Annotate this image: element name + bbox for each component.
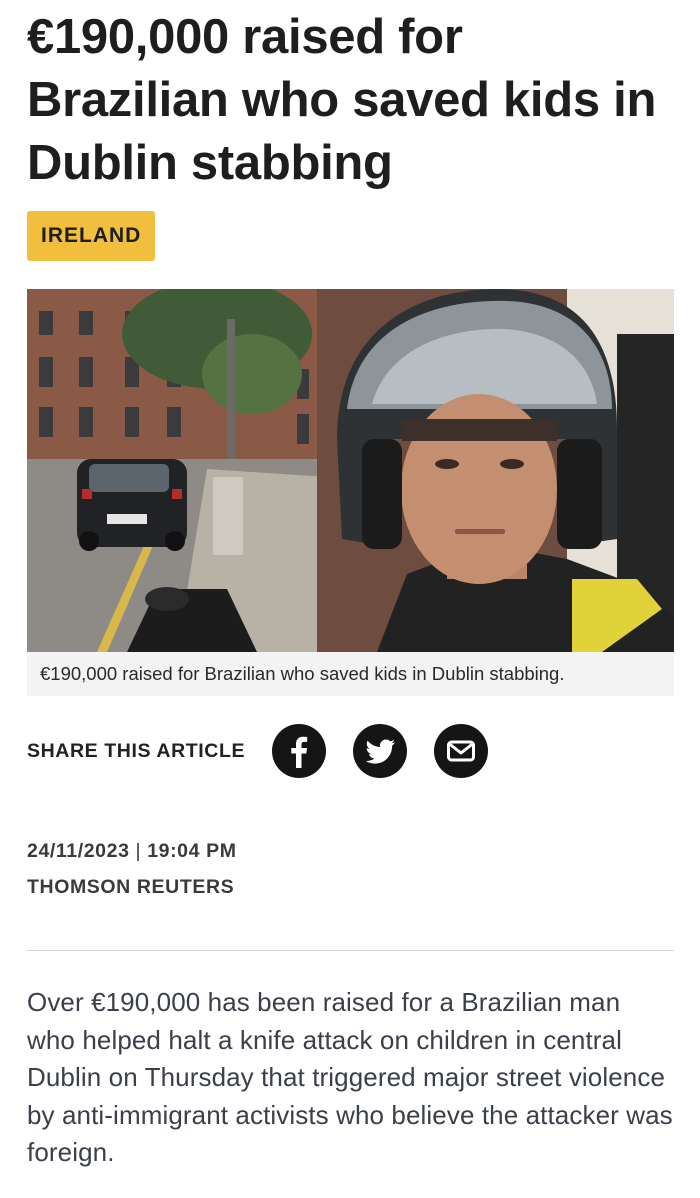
email-icon <box>447 740 476 762</box>
photo-caption: €190,000 raised for Brazilian who saved … <box>40 663 565 684</box>
meta-separator: | <box>135 840 142 862</box>
category-row: IRELAND <box>27 211 674 261</box>
share-email-button[interactable] <box>434 724 489 778</box>
article-meta: 24/11/2023 | 19:04 PM THOMSON REUTERS <box>27 833 674 905</box>
caption-bar: €190,000 raised for Brazilian who saved … <box>27 652 674 696</box>
article-photo[interactable] <box>27 289 674 652</box>
date-time-line: 24/11/2023 | 19:04 PM <box>27 833 674 869</box>
category-badge[interactable]: IRELAND <box>27 211 156 261</box>
article-headline: €190,000 raised for Brazilian who saved … <box>27 10 657 190</box>
share-row: SHARE THIS ARTICLE <box>27 723 674 779</box>
article: €190,000 raised for Brazilian who saved … <box>27 0 674 1198</box>
photo-illustration <box>27 289 674 652</box>
share-label: SHARE THIS ARTICLE <box>27 739 246 762</box>
divider <box>27 950 674 951</box>
facebook-icon <box>291 736 308 768</box>
share-facebook-button[interactable] <box>272 724 327 778</box>
publish-time: 19:04 PM <box>147 840 237 862</box>
article-body-paragraph: Over €190,000 has been raised for a Braz… <box>27 987 673 1167</box>
publish-date: 24/11/2023 <box>27 840 130 862</box>
article-figure: €190,000 raised for Brazilian who saved … <box>27 289 674 696</box>
twitter-icon <box>365 739 396 764</box>
share-twitter-button[interactable] <box>353 724 408 778</box>
article-source: THOMSON REUTERS <box>27 876 235 898</box>
